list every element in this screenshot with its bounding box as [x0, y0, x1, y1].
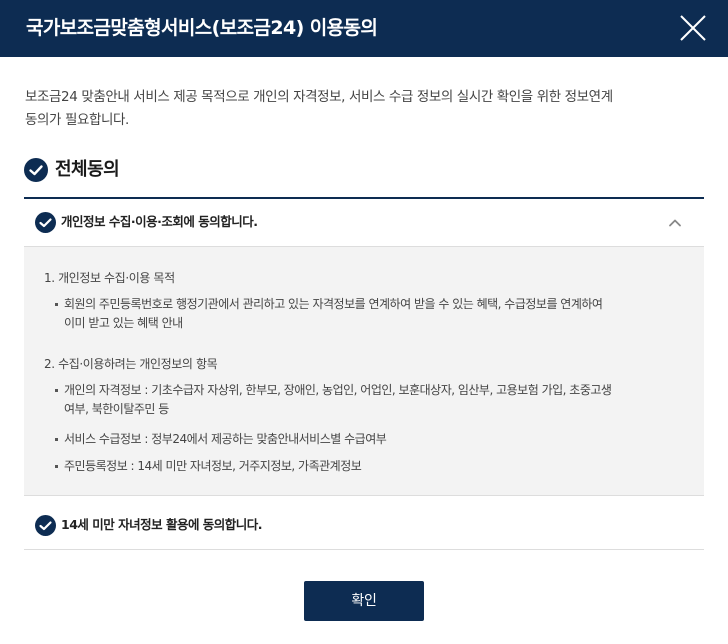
agree-item-personal-info[interactable]: 개인정보 수집·이용·조회에 동의합니다.	[24, 199, 704, 245]
detail-section-title: 1. 개인정보 수집·이용 목적	[44, 271, 175, 285]
detail-bullet: 개인의 자격정보 : 기초수급자 자상위, 한부모, 장애인, 농업인, 어업인…	[54, 381, 674, 419]
agree-item-label: 개인정보 수집·이용·조회에 동의합니다.	[61, 214, 258, 229]
check-circle-icon	[35, 212, 56, 233]
intro-line-1: 보조금24 맞춤안내 서비스 제공 목적으로 개인의 자격정보, 서비스 수급 …	[25, 89, 613, 105]
check-circle-icon	[24, 158, 48, 182]
detail-section-title: 2. 수집·이용하려는 개인정보의 항목	[44, 357, 218, 371]
agree-all-label: 전체동의	[55, 159, 120, 180]
agreement-detail-panel: 1. 개인정보 수집·이용 목적 회원의 주민등록번호로 행정기관에서 관리하고…	[24, 246, 704, 496]
detail-bullet-line: 이미 받고 있는 혜택 안내	[64, 316, 183, 330]
section-divider	[24, 549, 704, 550]
detail-bullet: 회원의 주민등록번호로 행정기관에서 관리하고 있는 자격정보를 연계하여 받을…	[54, 295, 674, 333]
agree-item-child-info[interactable]: 14세 미만 자녀정보 활용에 동의합니다.	[24, 502, 704, 548]
intro-line-2: 동의가 필요합니다.	[25, 112, 129, 128]
agree-item-label: 14세 미만 자녀정보 활용에 동의합니다.	[61, 517, 263, 532]
detail-bullet-line: 회원의 주민등록번호로 행정기관에서 관리하고 있는 자격정보를 연계하여 받을…	[64, 297, 603, 311]
close-icon[interactable]	[676, 11, 710, 45]
detail-bullet: 서비스 수급정보 : 정부24에서 제공하는 맞춤안내서비스별 수급여부	[54, 430, 674, 449]
agree-all-checkbox[interactable]: 전체동의	[24, 157, 704, 185]
modal-title: 국가보조금맞춤형서비스(보조금24) 이용동의	[26, 17, 378, 39]
confirm-button[interactable]: 확인	[304, 581, 424, 621]
detail-bullet-line: 개인의 자격정보 : 기초수급자 자상위, 한부모, 장애인, 농업인, 어업인…	[64, 383, 612, 397]
detail-bullet: 주민등록정보 : 14세 미만 자녀정보, 거주지정보, 가족관계정보	[54, 457, 674, 476]
check-circle-icon	[35, 515, 56, 536]
detail-bullet-line: 여부, 북한이탈주민 등	[64, 402, 169, 416]
intro-text: 보조금24 맞춤안내 서비스 제공 목적으로 개인의 자격정보, 서비스 수급 …	[25, 86, 715, 132]
modal-header: 국가보조금맞춤형서비스(보조금24) 이용동의	[0, 0, 728, 57]
chevron-up-icon[interactable]	[667, 215, 683, 229]
